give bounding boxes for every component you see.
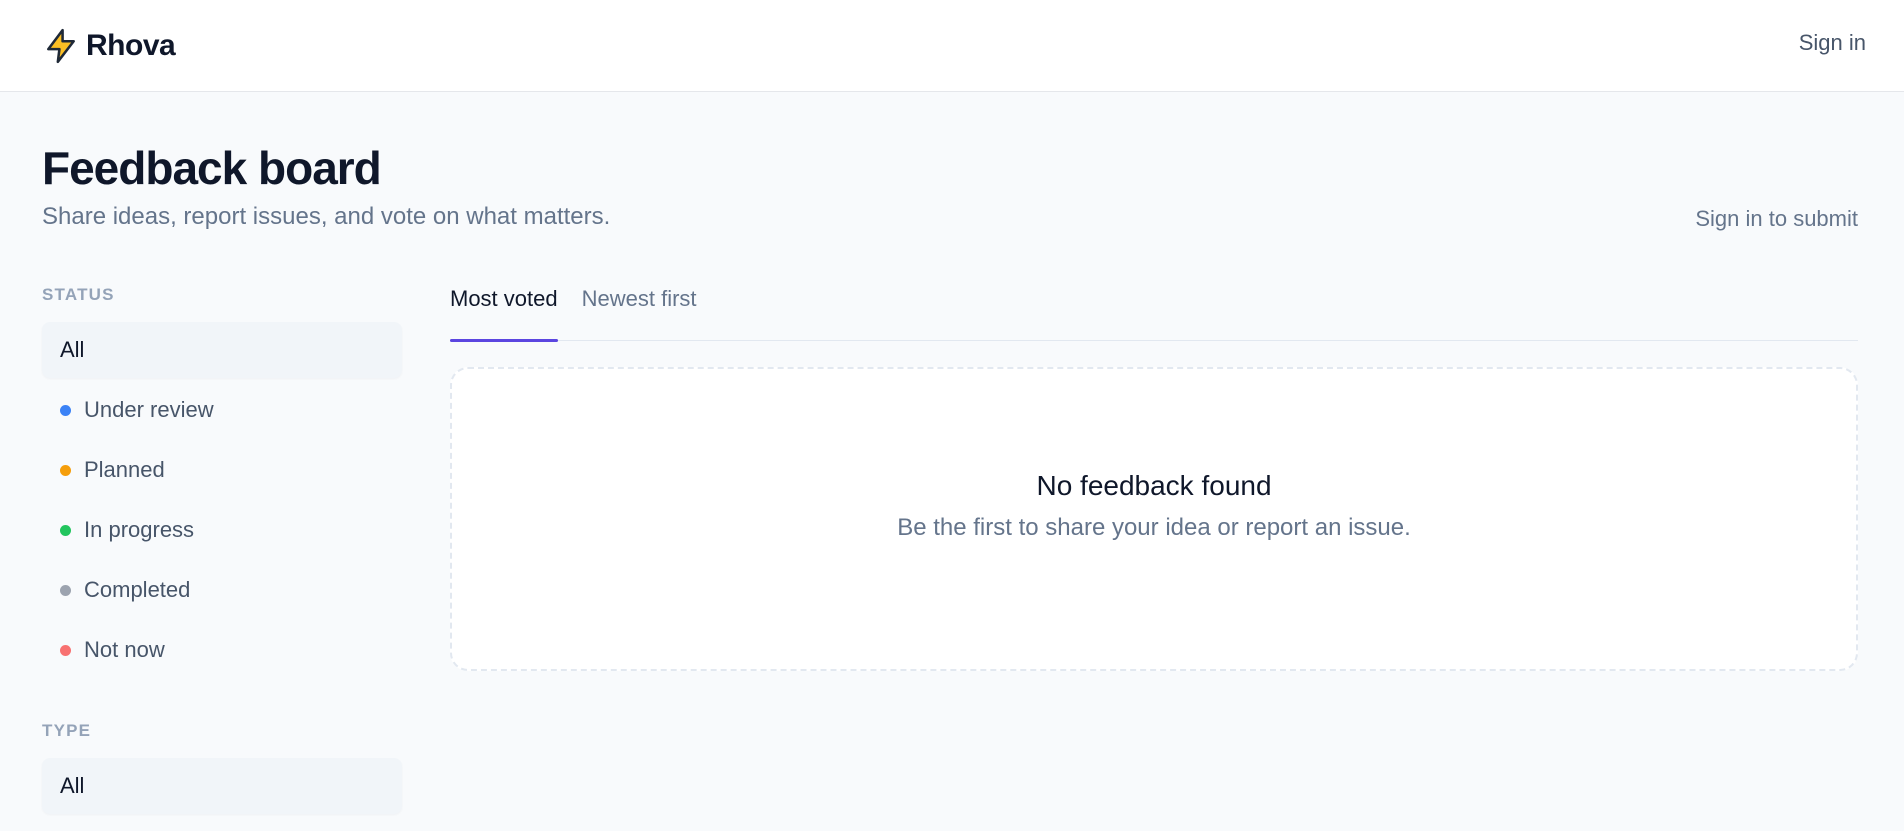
filter-item-label: All [60,337,85,362]
filter-sidebar: STATUS All Under review Planned In progr… [42,282,402,818]
status-dot [60,524,71,536]
page-title: Feedback board [42,142,382,194]
status-filter-planned[interactable]: Planned [42,442,402,498]
sign-in-link[interactable]: Sign in [1799,30,1866,56]
status-dot [60,584,71,596]
lightning-bolt-icon [42,27,80,65]
page-subtitle: Share ideas, report issues, and vote on … [42,203,611,230]
type-filter-section: TYPE All [42,718,402,814]
status-filter-all[interactable]: All [42,322,402,378]
status-filter-section: STATUS All Under review Planned In progr… [42,282,402,678]
sort-tabs: Most voted Newest first [450,282,1858,342]
type-filter-list: All [42,758,402,814]
filter-item-label: Completed [84,577,191,602]
sign-in-to-submit-link[interactable]: Sign in to submit [1695,206,1858,232]
filter-item-label: Under review [84,397,214,422]
status-dot [60,644,71,656]
tab-most-voted[interactable]: Most voted [450,282,558,342]
type-section-label: TYPE [42,721,92,740]
status-dot [60,464,71,476]
filter-item-label: In progress [84,517,195,542]
brand-name: Rhova [86,29,176,62]
status-filter-under-review[interactable]: Under review [42,382,402,438]
empty-state-card: No feedback found Be the first to share … [450,367,1858,671]
status-filter-list: All Under review Planned In progress Com… [42,322,402,678]
top-bar: Rhova Sign in [0,0,1904,92]
filter-item-label: Planned [84,457,165,482]
empty-state-title: No feedback found [1036,470,1272,501]
status-filter-not-now[interactable]: Not now [42,622,402,678]
filter-item-label: All [60,773,85,798]
status-dot [60,404,71,416]
status-filter-in-progress[interactable]: In progress [42,502,402,558]
status-section-label: STATUS [42,285,115,304]
filter-item-label: Not now [84,637,165,662]
status-filter-completed[interactable]: Completed [42,562,402,618]
tab-newest-first[interactable]: Newest first [582,282,697,341]
feedback-main: Most voted Newest first No feedback foun… [450,282,1858,671]
brand-logo[interactable]: Rhova [42,26,176,66]
empty-state-text: Be the first to share your idea or repor… [897,514,1411,541]
type-filter-all[interactable]: All [42,758,402,814]
